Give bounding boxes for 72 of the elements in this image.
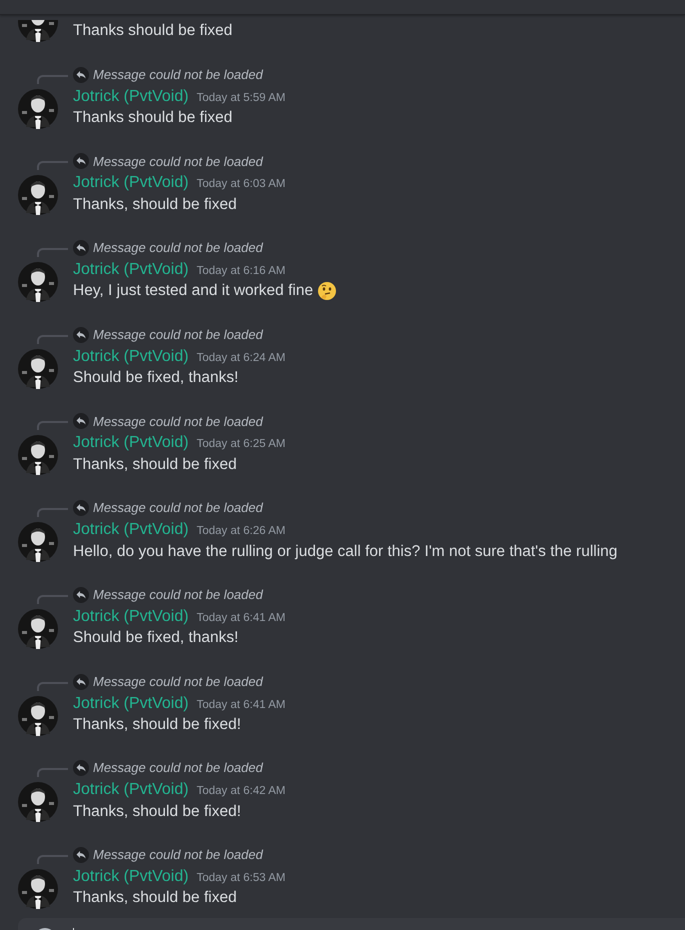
avatar bbox=[18, 262, 58, 302]
message-timestamp: Today at 6:42 AM bbox=[196, 784, 286, 800]
avatar bbox=[18, 782, 58, 822]
author-name[interactable]: Jotrick (PvtVoid) bbox=[73, 778, 189, 802]
message-timestamp: Today at 6:53 AM bbox=[196, 870, 286, 886]
message-text: Thanks, should be fixed bbox=[73, 194, 237, 215]
avatar bbox=[18, 435, 58, 476]
reply-unavailable-text: Message could not be loaded bbox=[93, 412, 263, 431]
reply-connector-line bbox=[37, 334, 68, 344]
reply-connector-line bbox=[37, 594, 68, 604]
author-name[interactable]: Jotrick (PvtVoid) bbox=[73, 518, 189, 542]
author-name[interactable]: Jotrick (PvtVoid) bbox=[73, 604, 189, 629]
reply-icon bbox=[73, 760, 89, 776]
message-text: Thanks, should be fixed! bbox=[73, 714, 242, 735]
reply-unavailable-text: Message could not be loaded bbox=[93, 66, 263, 84]
reply-unavailable-text: Message could not be loaded bbox=[93, 846, 263, 864]
reply-connector-line bbox=[37, 508, 68, 518]
author-name[interactable]: Jotrick (PvtVoid) bbox=[73, 864, 189, 889]
message-text: Hey, I just tested and it worked fine bbox=[73, 281, 314, 302]
reply-connector-line bbox=[37, 854, 68, 864]
reply-icon bbox=[73, 153, 89, 170]
reply-unavailable-text: Message could not be loaded bbox=[93, 586, 263, 604]
message-timestamp: Today at 6:41 AM bbox=[196, 610, 286, 626]
author-name[interactable]: Jotrick (PvtVoid) bbox=[73, 171, 189, 196]
avatar bbox=[18, 696, 58, 736]
message-text: Hello, do you have the rulling or judge call for this? I'm not sure that's the rulling bbox=[73, 542, 618, 562]
reply-connector-line bbox=[37, 768, 68, 778]
reply-unavailable-text: Message could not be loaded bbox=[93, 759, 263, 778]
author-name[interactable]: Jotrick (PvtVoid) bbox=[73, 258, 189, 282]
reply-connector-line bbox=[37, 682, 68, 690]
reply-connector-line bbox=[37, 248, 68, 258]
message-timestamp: Today at 6:26 AM bbox=[196, 524, 286, 540]
reply-unavailable-text: Message could not be loaded bbox=[93, 152, 263, 171]
message-text: Thanks, should be fixed! bbox=[73, 802, 242, 822]
avatar bbox=[18, 868, 58, 909]
avatar bbox=[18, 522, 58, 562]
reply-connector-line bbox=[37, 74, 68, 84]
reply-icon bbox=[73, 326, 89, 343]
avatar bbox=[18, 348, 58, 389]
thinking-emoji-icon bbox=[317, 281, 338, 302]
reply-icon bbox=[73, 586, 89, 603]
message-text: Thanks, should be fixed bbox=[73, 888, 237, 908]
author-name[interactable]: Jotrick (PvtVoid) bbox=[73, 344, 189, 369]
reply-connector-line bbox=[37, 161, 68, 170]
reply-icon bbox=[73, 240, 89, 256]
author-name[interactable]: Jotrick (PvtVoid) bbox=[73, 692, 189, 716]
message-timestamp: Today at 6:24 AM bbox=[196, 350, 286, 366]
avatar bbox=[18, 175, 58, 216]
message-timestamp: Today at 6:03 AM bbox=[196, 177, 286, 192]
reply-unavailable-text: Message could not be loaded bbox=[93, 499, 263, 518]
message-text: Thanks, should be fixed bbox=[73, 454, 237, 475]
message-text: Should be fixed, thanks! bbox=[73, 628, 238, 648]
reply-icon bbox=[73, 500, 89, 516]
reply-unavailable-text: Message could not be loaded bbox=[93, 239, 263, 258]
reply-icon bbox=[73, 66, 89, 83]
author-name[interactable]: Jotrick (PvtVoid) bbox=[73, 431, 189, 456]
message-timestamp: Today at 6:25 AM bbox=[196, 437, 286, 452]
avatar bbox=[18, 88, 58, 129]
author-name[interactable]: Jotrick (PvtVoid) bbox=[73, 84, 189, 109]
message-timestamp: Today at 5:59 AM bbox=[196, 90, 286, 106]
reply-icon bbox=[73, 413, 89, 430]
reply-unavailable-text: Message could not be loaded bbox=[93, 326, 263, 344]
reply-connector-line bbox=[37, 421, 68, 430]
avatar bbox=[18, 608, 58, 649]
message-text: Thanks should be fixed bbox=[73, 108, 232, 128]
message-text: Should be fixed, thanks! bbox=[73, 368, 238, 388]
message-text: Thanks should be fixed bbox=[73, 21, 232, 42]
reply-icon bbox=[73, 846, 89, 863]
message-timestamp: Today at 6:41 AM bbox=[196, 698, 286, 712]
reply-icon bbox=[73, 674, 89, 690]
message-timestamp: Today at 6:16 AM bbox=[196, 264, 286, 280]
reply-unavailable-text: Message could not be loaded bbox=[93, 672, 263, 691]
